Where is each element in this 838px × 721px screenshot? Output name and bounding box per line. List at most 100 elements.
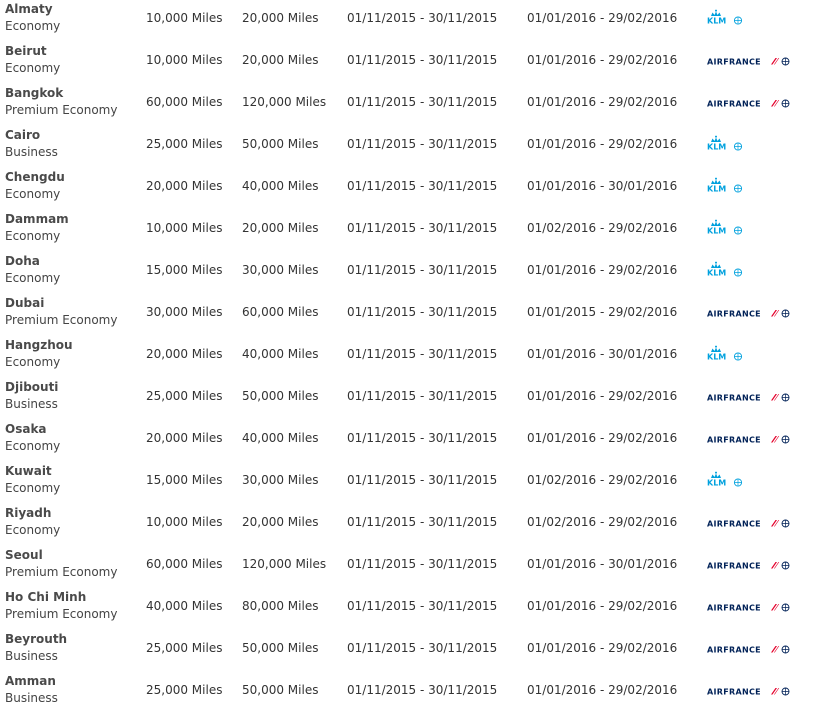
destination-city: Osaka: [5, 422, 47, 436]
travel-period: 01/01/2016 - 29/02/2016: [527, 431, 678, 445]
airline-name: KLM: [707, 143, 726, 152]
destination-city: Riyadh: [5, 506, 52, 520]
klm-logo-icon: KLM: [707, 177, 743, 194]
travel-period: 01/01/2016 - 29/02/2016: [527, 641, 678, 655]
airline-name: AIRFRANCE: [707, 604, 761, 613]
miles-high: 20,000 Miles: [242, 11, 319, 25]
miles-high: 40,000 Miles: [242, 179, 319, 193]
airfrance-logo-icon: AIRFRANCE: [707, 310, 790, 319]
destination-city: Almaty: [5, 2, 53, 16]
klm-logo-icon: KLM: [707, 135, 743, 152]
cabin-class: Economy: [5, 355, 61, 369]
airfrance-logo-icon: AIRFRANCE: [707, 436, 790, 445]
airfrance-logo-icon: AIRFRANCE: [707, 646, 790, 655]
destination-city: Doha: [5, 254, 40, 268]
destination-cell: Riyadh Economy: [5, 505, 60, 539]
airfrance-logo-icon: AIRFRANCE: [707, 562, 790, 571]
airline-name: KLM: [707, 353, 726, 362]
table-row: Chengdu Economy 20,000 Miles 40,000 Mile…: [0, 166, 838, 208]
table-row: Kuwait Economy 15,000 Miles 30,000 Miles…: [0, 460, 838, 502]
cabin-class: Economy: [5, 271, 61, 285]
airline-logo: KLM: [707, 218, 747, 240]
travel-period: 01/01/2016 - 29/02/2016: [527, 95, 678, 109]
miles-high: 40,000 Miles: [242, 431, 319, 445]
klm-logo-icon: KLM: [707, 9, 743, 26]
destination-cell: Almaty Economy: [5, 1, 60, 35]
table-row: Djibouti Business 25,000 Miles 50,000 Mi…: [0, 376, 838, 418]
miles-low: 25,000 Miles: [146, 641, 223, 655]
table-row: Dammam Economy 10,000 Miles 20,000 Miles…: [0, 208, 838, 250]
airline-name: AIRFRANCE: [707, 100, 761, 109]
table-row: Ho Chi Minh Premium Economy 40,000 Miles…: [0, 586, 838, 628]
cabin-class: Economy: [5, 187, 61, 201]
cabin-class: Economy: [5, 61, 61, 75]
miles-low: 40,000 Miles: [146, 599, 223, 613]
booking-period: 01/11/2015 - 30/11/2015: [347, 641, 498, 655]
miles-low: 20,000 Miles: [146, 431, 223, 445]
destination-cell: Bangkok Premium Economy: [5, 85, 117, 119]
travel-period: 01/01/2016 - 29/02/2016: [527, 599, 678, 613]
airfrance-logo-icon: AIRFRANCE: [707, 394, 790, 403]
travel-period: 01/01/2016 - 30/01/2016: [527, 179, 678, 193]
table-row: Doha Economy 15,000 Miles 30,000 Miles 0…: [0, 250, 838, 292]
miles-high: 20,000 Miles: [242, 53, 319, 67]
cabin-class: Economy: [5, 19, 61, 33]
cabin-class: Business: [5, 397, 58, 411]
travel-period: 01/01/2016 - 29/02/2016: [527, 53, 678, 67]
airline-name: AIRFRANCE: [707, 646, 761, 655]
airline-logo: KLM: [707, 470, 747, 492]
cabin-class: Premium Economy: [5, 103, 118, 117]
cabin-class: Premium Economy: [5, 313, 118, 327]
table-row: Hangzhou Economy 20,000 Miles 40,000 Mil…: [0, 334, 838, 376]
miles-high: 20,000 Miles: [242, 221, 319, 235]
airline-name: AIRFRANCE: [707, 688, 761, 697]
cabin-class: Economy: [5, 439, 61, 453]
miles-high: 40,000 Miles: [242, 347, 319, 361]
booking-period: 01/11/2015 - 30/11/2015: [347, 11, 498, 25]
travel-period: 01/01/2016 - 29/02/2016: [527, 263, 678, 277]
miles-high: 50,000 Miles: [242, 641, 319, 655]
miles-high: 120,000 Miles: [242, 95, 327, 109]
airline-logo: AIRFRANCE: [707, 680, 793, 702]
destination-cell: Dammam Economy: [5, 211, 69, 245]
miles-low: 15,000 Miles: [146, 473, 223, 487]
airline-logo: AIRFRANCE: [707, 386, 793, 408]
airline-name: KLM: [707, 479, 726, 488]
airline-logo: KLM: [707, 344, 747, 366]
airline-logo: AIRFRANCE: [707, 50, 793, 72]
destination-cell: Beirut Economy: [5, 43, 60, 77]
booking-period: 01/11/2015 - 30/11/2015: [347, 95, 498, 109]
miles-low: 20,000 Miles: [146, 347, 223, 361]
travel-period: 01/01/2016 - 30/01/2016: [527, 347, 678, 361]
miles-low: 15,000 Miles: [146, 263, 223, 277]
destination-cell: Cairo Business: [5, 127, 58, 161]
airline-name: AIRFRANCE: [707, 436, 761, 445]
table-row: Dubai Premium Economy 30,000 Miles 60,00…: [0, 292, 838, 334]
travel-period: 01/01/2016 - 29/02/2016: [527, 683, 678, 697]
miles-high: 50,000 Miles: [242, 389, 319, 403]
destination-cell: Kuwait Economy: [5, 463, 60, 497]
miles-low: 30,000 Miles: [146, 305, 223, 319]
travel-period: 01/01/2015 - 29/02/2016: [527, 305, 678, 319]
klm-logo-icon: KLM: [707, 219, 743, 236]
cabin-class: Business: [5, 691, 58, 705]
travel-period: 01/02/2016 - 29/02/2016: [527, 221, 678, 235]
airline-logo: AIRFRANCE: [707, 302, 793, 324]
destination-cell: Osaka Economy: [5, 421, 60, 455]
booking-period: 01/11/2015 - 30/11/2015: [347, 557, 498, 571]
airline-name: AIRFRANCE: [707, 562, 761, 571]
destination-city: Amman: [5, 674, 56, 688]
destination-cell: Amman Business: [5, 673, 58, 707]
travel-period: 01/02/2016 - 29/02/2016: [527, 515, 678, 529]
airline-logo: KLM: [707, 134, 747, 156]
table-row: Beirut Economy 10,000 Miles 20,000 Miles…: [0, 40, 838, 82]
travel-period: 01/01/2016 - 30/01/2016: [527, 557, 678, 571]
cabin-class: Premium Economy: [5, 607, 118, 621]
miles-high: 80,000 Miles: [242, 599, 319, 613]
airline-name: AIRFRANCE: [707, 520, 761, 529]
airline-logo: KLM: [707, 176, 747, 198]
airline-name: AIRFRANCE: [707, 58, 761, 67]
airline-logo: AIRFRANCE: [707, 428, 793, 450]
destination-cell: Hangzhou Economy: [5, 337, 73, 371]
miles-low: 10,000 Miles: [146, 53, 223, 67]
